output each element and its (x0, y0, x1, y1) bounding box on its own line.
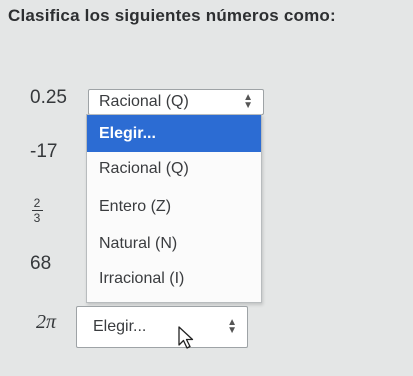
select-value: Elegir... (93, 318, 147, 335)
dropdown-option-natural[interactable]: Natural (N) (87, 235, 261, 253)
number-68: 68 (30, 253, 52, 274)
dropdown-option-entero[interactable]: Entero (Z) (87, 198, 261, 216)
classification-select-2pi[interactable]: Elegir... ▲ ▼ (76, 306, 248, 348)
number-0-25: 0.25 (30, 87, 67, 108)
select-value: Racional (Q) (99, 93, 189, 110)
mouse-pointer-icon (178, 326, 194, 349)
classification-dropdown-menu[interactable]: Elegir... Racional (Q) Entero (Z) Natura… (86, 114, 262, 303)
updown-arrows-icon: ▲ ▼ (227, 317, 237, 336)
dropdown-option-racional[interactable]: Racional (Q) (87, 160, 261, 178)
instruction-text: Clasifica los siguientes números como: (8, 6, 336, 25)
number-neg-17: -17 (30, 141, 58, 162)
fraction-denominator: 3 (33, 211, 41, 225)
dropdown-option-elegir[interactable]: Elegir... (87, 115, 261, 152)
fraction-numerator: 2 (33, 196, 41, 210)
number-2pi: 2π (36, 311, 57, 333)
number-fraction: 2 3 (31, 197, 43, 224)
classification-select-0-25[interactable]: Racional (Q) ▲ ▼ (88, 89, 264, 115)
dropdown-option-irracional[interactable]: Irracional (I) (87, 270, 261, 288)
updown-arrows-icon: ▲ ▼ (243, 92, 253, 111)
